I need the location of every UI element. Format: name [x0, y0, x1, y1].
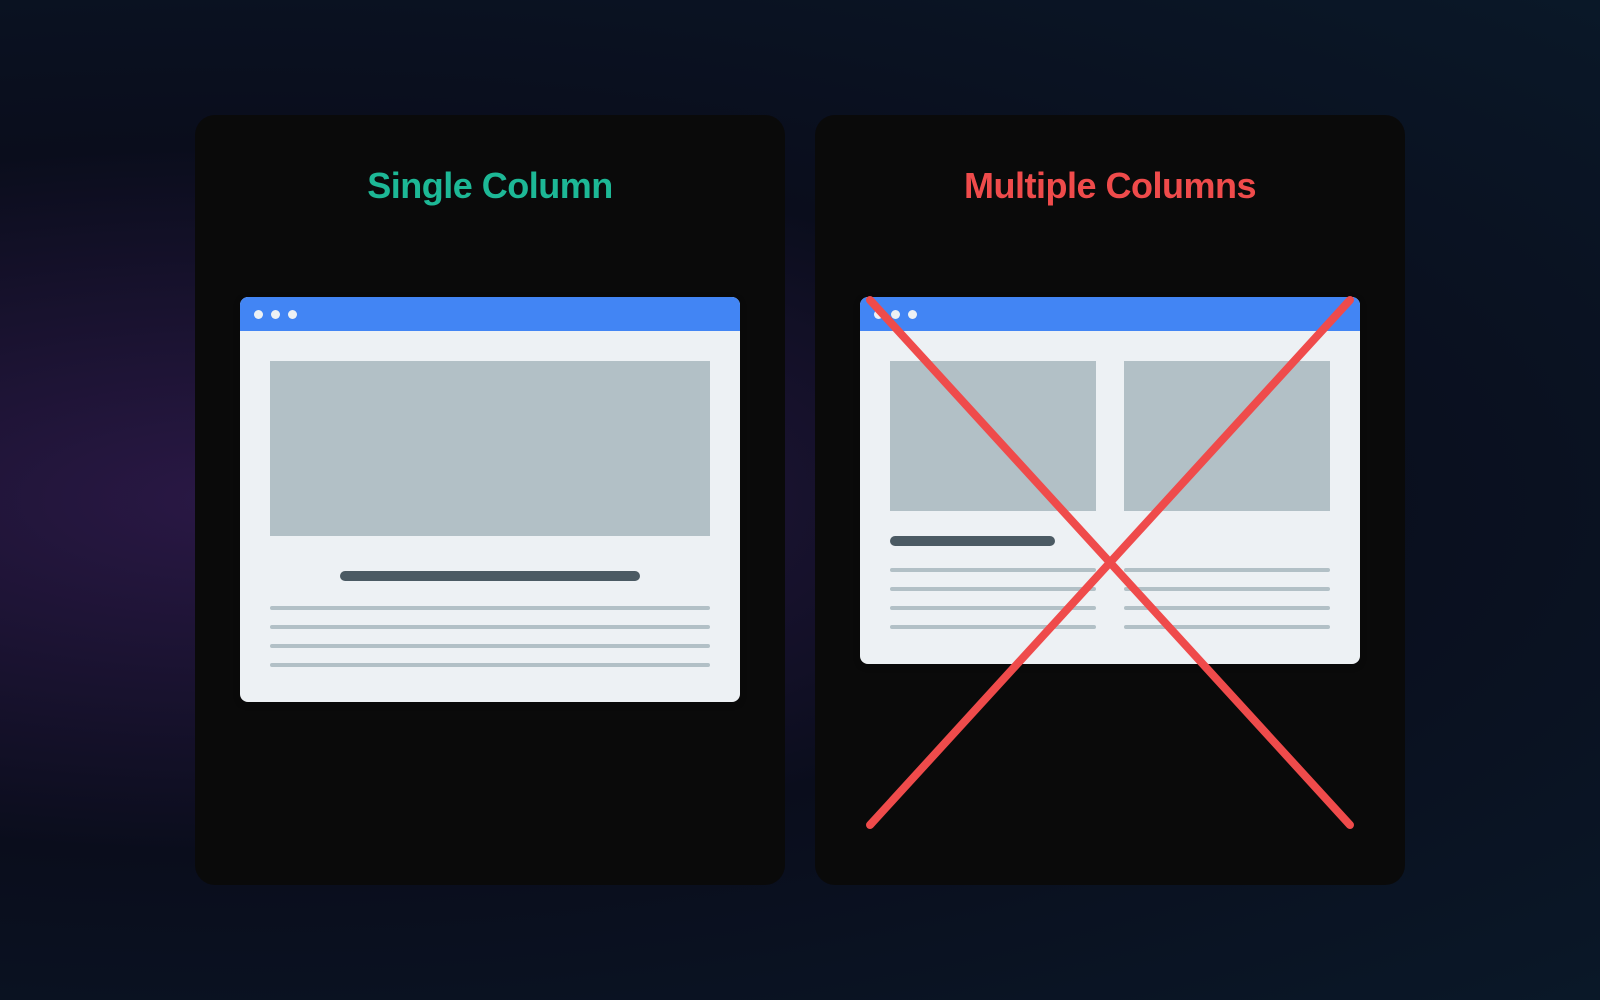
text-line-placeholder [1124, 606, 1330, 610]
card-title-multiple: Multiple Columns [964, 165, 1256, 207]
browser-titlebar [240, 297, 740, 331]
browser-content [860, 331, 1360, 664]
hero-block [1124, 361, 1330, 511]
window-dot-icon [271, 310, 280, 319]
text-line-placeholder [270, 663, 710, 667]
text-line-placeholder [890, 606, 1096, 610]
hero-block [270, 361, 710, 536]
window-dot-icon [874, 310, 883, 319]
text-line-placeholder [1124, 587, 1330, 591]
window-dot-icon [288, 310, 297, 319]
text-line-placeholder [890, 587, 1096, 591]
text-line-placeholder [270, 606, 710, 610]
browser-titlebar [860, 297, 1360, 331]
column-right [1124, 361, 1330, 629]
two-column-row [890, 361, 1330, 629]
browser-mock-single [240, 297, 740, 702]
text-line-placeholder [890, 568, 1096, 572]
browser-mock-multiple [860, 297, 1360, 664]
text-line-placeholder [270, 625, 710, 629]
hero-block [890, 361, 1096, 511]
text-line-placeholder [1124, 625, 1330, 629]
text-line-placeholder [270, 644, 710, 648]
column-left [890, 361, 1096, 629]
heading-placeholder [340, 571, 640, 581]
card-title-single: Single Column [367, 165, 613, 207]
text-line-placeholder [890, 625, 1096, 629]
window-dot-icon [908, 310, 917, 319]
heading-placeholder [890, 536, 1055, 546]
text-line-placeholder [1124, 568, 1330, 572]
heading-placeholder-empty [1124, 536, 1289, 546]
card-multiple-columns: Multiple Columns [815, 115, 1405, 885]
browser-content [240, 331, 740, 702]
card-single-column: Single Column [195, 115, 785, 885]
window-dot-icon [891, 310, 900, 319]
window-dot-icon [254, 310, 263, 319]
